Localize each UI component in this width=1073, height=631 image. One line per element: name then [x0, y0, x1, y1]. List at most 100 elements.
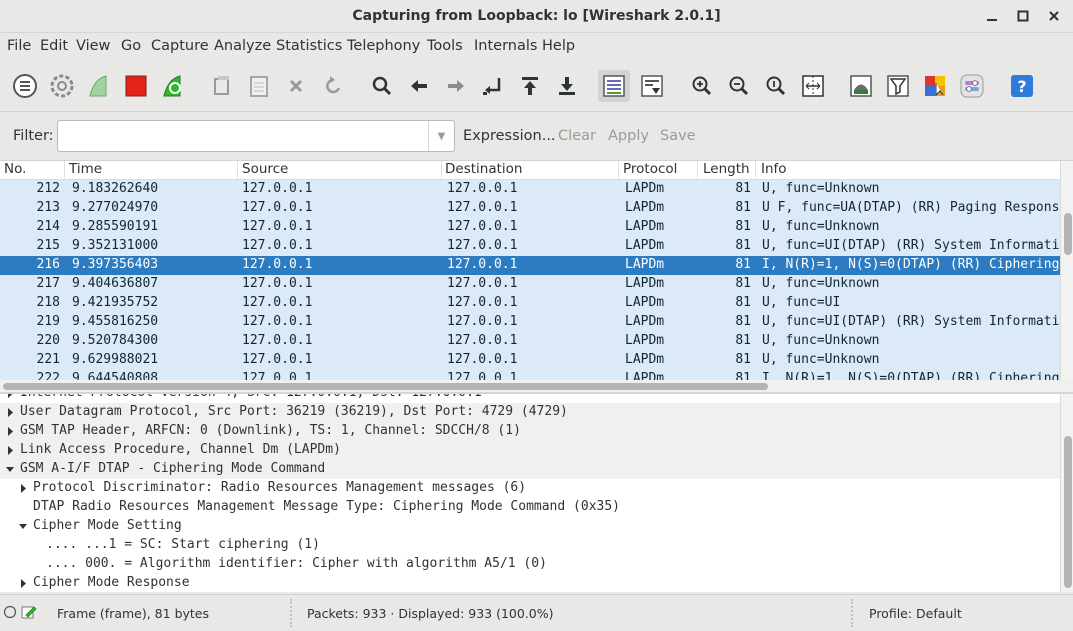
- packet-list-hscrollbar[interactable]: [0, 380, 1073, 392]
- clear-button[interactable]: Clear: [558, 128, 596, 144]
- zoom-in-button[interactable]: [686, 70, 718, 102]
- column-divider[interactable]: [64, 161, 65, 180]
- table-row[interactable]: 215 9.352131000 127.0.0.1 127.0.0.1 LAPDm 81 U…: [0, 237, 1060, 256]
- detail-tree-item[interactable]: Link Access Procedure, Channel Dm (LAPDm…: [0, 441, 1060, 460]
- column-header-time[interactable]: Time: [69, 161, 102, 177]
- menu-internals[interactable]: Internals: [474, 38, 537, 54]
- expander-collapsed-icon[interactable]: [19, 484, 27, 493]
- scrollbar-thumb[interactable]: [3, 383, 768, 390]
- menu-file[interactable]: File: [7, 38, 31, 54]
- expander-collapsed-icon[interactable]: [6, 427, 14, 436]
- capture-filters-button[interactable]: [845, 70, 877, 102]
- minimize-button[interactable]: [981, 6, 1003, 26]
- resize-columns-button[interactable]: [797, 70, 829, 102]
- apply-button[interactable]: Apply: [608, 128, 649, 144]
- go-back-button[interactable]: [403, 70, 435, 102]
- table-row[interactable]: 220 9.520784300 127.0.0.1 127.0.0.1 LAPDm 81 U…: [0, 332, 1060, 351]
- menu-go[interactable]: Go: [121, 38, 141, 54]
- status-divider[interactable]: [290, 599, 292, 627]
- expander-collapsed-icon[interactable]: [19, 579, 27, 588]
- interfaces-button[interactable]: [9, 70, 41, 102]
- column-divider[interactable]: [697, 161, 698, 180]
- expander-collapsed-icon[interactable]: [6, 408, 14, 417]
- column-header-protocol[interactable]: Protocol: [623, 161, 677, 177]
- first-packet-button[interactable]: [514, 70, 546, 102]
- save-filter-button[interactable]: Save: [660, 128, 696, 144]
- go-to-packet-button[interactable]: [477, 70, 509, 102]
- options-button[interactable]: [46, 70, 78, 102]
- table-row[interactable]: 219 9.455816250 127.0.0.1 127.0.0.1 LAPDm 81 U…: [0, 313, 1060, 332]
- column-header-destination[interactable]: Destination: [445, 161, 522, 177]
- menu-statistics[interactable]: Statistics: [276, 38, 342, 54]
- expander-expanded-icon[interactable]: [6, 465, 14, 474]
- table-row-selected[interactable]: 216 9.397356403 127.0.0.1 127.0.0.1 LAPDm 81 I…: [0, 256, 1060, 275]
- stop-capture-button[interactable]: [120, 70, 152, 102]
- save-file-button[interactable]: [243, 70, 275, 102]
- preferences-button[interactable]: [956, 70, 988, 102]
- go-forward-button[interactable]: [440, 70, 472, 102]
- menu-help[interactable]: Help: [542, 38, 575, 54]
- menu-telephony[interactable]: Telephony: [347, 38, 420, 54]
- restart-capture-button[interactable]: [157, 70, 189, 102]
- detail-tree-item[interactable]: Protocol Discriminator: Radio Resources …: [0, 479, 1060, 498]
- last-packet-button[interactable]: [551, 70, 583, 102]
- colorize-button[interactable]: [598, 70, 630, 102]
- detail-tree-item[interactable]: GSM A-I/F DTAP - Ciphering Mode Command: [0, 460, 1060, 479]
- detail-tree-item[interactable]: DTAP Radio Resources Management Message …: [0, 498, 1060, 517]
- column-divider[interactable]: [618, 161, 619, 180]
- detail-tree-item[interactable]: GSM TAP Header, ARFCN: 0 (Downlink), TS:…: [0, 422, 1060, 441]
- coloring-rules-button[interactable]: [919, 70, 951, 102]
- close-file-button[interactable]: [280, 70, 312, 102]
- menu-tools[interactable]: Tools: [427, 38, 463, 54]
- scrollbar-thumb[interactable]: [1064, 436, 1072, 588]
- detail-tree-item[interactable]: Cipher Mode Response: [0, 574, 1060, 592]
- table-row[interactable]: 218 9.421935752 127.0.0.1 127.0.0.1 LAPDm 81 U…: [0, 294, 1060, 313]
- column-header-no[interactable]: No.: [4, 161, 26, 177]
- reload-button[interactable]: [317, 70, 349, 102]
- scrollbar-thumb[interactable]: [1064, 213, 1072, 255]
- display-filters-button[interactable]: [882, 70, 914, 102]
- normal-size-button[interactable]: [760, 70, 792, 102]
- column-divider[interactable]: [441, 161, 442, 180]
- find-packet-button[interactable]: [366, 70, 398, 102]
- column-header-length[interactable]: Length: [703, 161, 750, 177]
- profile-status[interactable]: Profile: Default: [869, 606, 962, 621]
- status-divider[interactable]: [851, 599, 853, 627]
- column-header-info[interactable]: Info: [761, 161, 787, 177]
- column-divider[interactable]: [755, 161, 756, 180]
- column-header-source[interactable]: Source: [242, 161, 288, 177]
- start-capture-button[interactable]: [83, 70, 115, 102]
- column-divider[interactable]: [237, 161, 238, 180]
- table-row[interactable]: 212 9.183262640 127.0.0.1 127.0.0.1 LAPDm 81 U…: [0, 180, 1060, 199]
- menu-edit[interactable]: Edit: [40, 38, 68, 54]
- maximize-button[interactable]: [1012, 6, 1034, 26]
- table-row[interactable]: 221 9.629988021 127.0.0.1 127.0.0.1 LAPDm 81 U…: [0, 351, 1060, 370]
- menu-analyze[interactable]: Analyze: [214, 38, 271, 54]
- menu-view[interactable]: View: [76, 38, 110, 54]
- expander-expanded-icon[interactable]: [19, 522, 27, 531]
- table-row[interactable]: 222 9.644540808 127.0.0.1 127.0.0.1 LAPDm 81 I…: [0, 370, 1060, 380]
- detail-tree-item[interactable]: Cipher Mode Setting: [0, 517, 1060, 536]
- menu-capture[interactable]: Capture: [151, 38, 209, 54]
- filter-input[interactable]: ▼: [57, 120, 455, 152]
- expression-button[interactable]: Expression...: [463, 128, 556, 144]
- detail-tree-item[interactable]: User Datagram Protocol, Src Port: 36219 …: [0, 403, 1060, 422]
- open-file-button[interactable]: [206, 70, 238, 102]
- help-button[interactable]: ?: [1006, 70, 1038, 102]
- packet-list-scrollbar[interactable]: [1060, 161, 1073, 381]
- close-window-button[interactable]: [1043, 6, 1065, 26]
- detail-tree-item[interactable]: .... 000. = Algorithm identifier: Cipher…: [0, 555, 1060, 574]
- table-row[interactable]: 213 9.277024970 127.0.0.1 127.0.0.1 LAPDm 81 U…: [0, 199, 1060, 218]
- table-row[interactable]: 217 9.404636807 127.0.0.1 127.0.0.1 LAPDm 81 U…: [0, 275, 1060, 294]
- zoom-out-button[interactable]: [723, 70, 755, 102]
- expander-collapsed-icon[interactable]: [6, 446, 14, 455]
- details-scrollbar[interactable]: [1060, 394, 1073, 592]
- detail-tree-item[interactable]: Internet Protocol Version 4, Src: 127.0.…: [0, 394, 1060, 403]
- expert-info-button[interactable]: [3, 605, 17, 622]
- table-row[interactable]: 214 9.285590191 127.0.0.1 127.0.0.1 LAPDm 81 U…: [0, 218, 1060, 237]
- expander-collapsed-icon[interactable]: [6, 394, 14, 398]
- auto-scroll-button[interactable]: [636, 70, 668, 102]
- detail-tree-item[interactable]: .... ...1 = SC: Start ciphering (1): [0, 536, 1060, 555]
- filter-dropdown-button[interactable]: ▼: [428, 121, 454, 151]
- capture-comment-button[interactable]: [21, 604, 37, 623]
